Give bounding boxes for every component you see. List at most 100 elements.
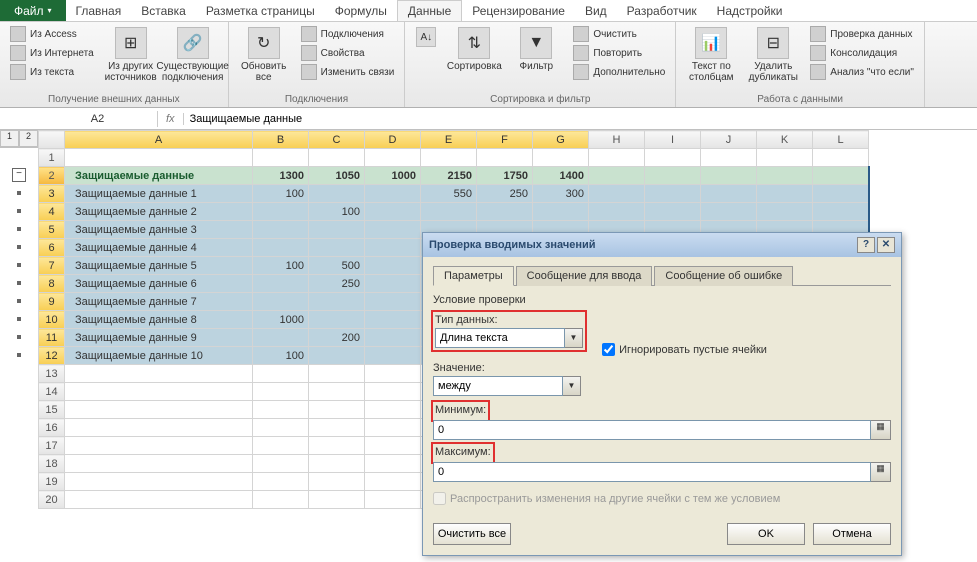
cell[interactable] bbox=[365, 401, 421, 419]
cell[interactable] bbox=[309, 149, 365, 167]
properties-button[interactable]: Свойства bbox=[297, 44, 399, 62]
row-header[interactable]: 19 bbox=[39, 473, 65, 491]
cell[interactable] bbox=[813, 149, 869, 167]
ok-button[interactable]: OK bbox=[727, 523, 805, 545]
refresh-all-button[interactable]: ↻Обновить все bbox=[235, 25, 293, 85]
row-header[interactable]: 12 bbox=[39, 347, 65, 365]
cell[interactable] bbox=[309, 455, 365, 473]
row-header[interactable]: 7 bbox=[39, 257, 65, 275]
row-header[interactable]: 10 bbox=[39, 311, 65, 329]
cell[interactable] bbox=[65, 419, 253, 437]
cell[interactable] bbox=[365, 185, 421, 203]
cell[interactable]: Защищаемые данные 10 bbox=[65, 347, 253, 365]
cell[interactable]: Защищаемые данные 3 bbox=[65, 221, 253, 239]
data-validation-button[interactable]: Проверка данных bbox=[806, 25, 918, 43]
formula-input[interactable] bbox=[184, 111, 977, 127]
cell[interactable] bbox=[65, 455, 253, 473]
cell[interactable] bbox=[65, 365, 253, 383]
cell[interactable] bbox=[477, 203, 533, 221]
row-header[interactable]: 4 bbox=[39, 203, 65, 221]
cell[interactable]: Защищаемые данные 8 bbox=[65, 311, 253, 329]
col-header-I[interactable]: I bbox=[645, 131, 701, 149]
sort-button[interactable]: ⇅Сортировка bbox=[445, 25, 503, 74]
cell[interactable] bbox=[365, 203, 421, 221]
col-header-A[interactable]: A bbox=[65, 131, 253, 149]
dialog-titlebar[interactable]: Проверка вводимых значений ? ✕ bbox=[423, 233, 901, 257]
row-header[interactable]: 13 bbox=[39, 365, 65, 383]
cell[interactable]: Защищаемые данные 7 bbox=[65, 293, 253, 311]
row-header[interactable]: 9 bbox=[39, 293, 65, 311]
cell[interactable] bbox=[365, 455, 421, 473]
cell[interactable] bbox=[365, 293, 421, 311]
cell[interactable]: 1050 bbox=[309, 167, 365, 185]
tab-error-message[interactable]: Сообщение об ошибке bbox=[654, 266, 793, 286]
cell[interactable] bbox=[813, 167, 869, 185]
from-access-button[interactable]: Из Access bbox=[6, 25, 98, 43]
cell[interactable] bbox=[757, 203, 813, 221]
whatif-button[interactable]: Анализ "что если" bbox=[806, 63, 918, 81]
cell[interactable]: 250 bbox=[477, 185, 533, 203]
cell[interactable]: 300 bbox=[533, 185, 589, 203]
cell[interactable]: Защищаемые данные 6 bbox=[65, 275, 253, 293]
col-header-B[interactable]: B bbox=[253, 131, 309, 149]
tab-home[interactable]: Главная bbox=[66, 0, 132, 21]
cell[interactable] bbox=[365, 419, 421, 437]
ignore-blank-checkbox[interactable] bbox=[602, 343, 615, 356]
row-header[interactable]: 6 bbox=[39, 239, 65, 257]
cell[interactable]: 1300 bbox=[253, 167, 309, 185]
clear-filter-button[interactable]: Очистить bbox=[569, 25, 669, 43]
cell[interactable] bbox=[309, 293, 365, 311]
cell[interactable] bbox=[533, 203, 589, 221]
from-web-button[interactable]: Из Интернета bbox=[6, 44, 98, 62]
value-combobox[interactable] bbox=[433, 376, 563, 396]
close-button[interactable]: ✕ bbox=[877, 237, 895, 253]
cell[interactable]: 100 bbox=[253, 347, 309, 365]
cell[interactable] bbox=[365, 365, 421, 383]
fx-icon[interactable]: fx bbox=[158, 113, 184, 125]
edit-links-button[interactable]: Изменить связи bbox=[297, 63, 399, 81]
clear-all-button[interactable]: Очистить все bbox=[433, 523, 511, 545]
col-header-J[interactable]: J bbox=[701, 131, 757, 149]
cell[interactable]: 100 bbox=[253, 257, 309, 275]
cell[interactable] bbox=[309, 401, 365, 419]
tab-view[interactable]: Вид bbox=[575, 0, 617, 21]
cell[interactable] bbox=[253, 203, 309, 221]
tab-parameters[interactable]: Параметры bbox=[433, 266, 514, 286]
cell[interactable] bbox=[365, 221, 421, 239]
cell[interactable] bbox=[701, 149, 757, 167]
cell[interactable] bbox=[701, 185, 757, 203]
outline-level-2[interactable]: 2 bbox=[19, 130, 38, 147]
tab-page-layout[interactable]: Разметка страницы bbox=[196, 0, 325, 21]
cell[interactable]: Защищаемые данные 5 bbox=[65, 257, 253, 275]
row-header[interactable]: 3 bbox=[39, 185, 65, 203]
cell[interactable] bbox=[253, 239, 309, 257]
cell[interactable] bbox=[309, 383, 365, 401]
cell[interactable]: Защищаемые данные 4 bbox=[65, 239, 253, 257]
tab-input-message[interactable]: Сообщение для ввода bbox=[516, 266, 653, 286]
cell[interactable] bbox=[309, 185, 365, 203]
col-header-C[interactable]: C bbox=[309, 131, 365, 149]
tab-formulas[interactable]: Формулы bbox=[325, 0, 397, 21]
cell[interactable] bbox=[477, 149, 533, 167]
cell[interactable] bbox=[757, 167, 813, 185]
outline-level-1[interactable]: 1 bbox=[0, 130, 19, 147]
cell[interactable] bbox=[65, 149, 253, 167]
cell[interactable]: 2150 bbox=[421, 167, 477, 185]
name-box[interactable]: A2 bbox=[38, 111, 158, 127]
cell[interactable] bbox=[701, 167, 757, 185]
cell[interactable] bbox=[365, 257, 421, 275]
connections-button[interactable]: Подключения bbox=[297, 25, 399, 43]
cell[interactable] bbox=[813, 203, 869, 221]
cell[interactable] bbox=[365, 491, 421, 509]
tab-addins[interactable]: Надстройки bbox=[707, 0, 793, 21]
range-picker-icon[interactable]: ▦ bbox=[871, 462, 891, 482]
cell[interactable] bbox=[65, 437, 253, 455]
cell[interactable] bbox=[365, 329, 421, 347]
min-input[interactable] bbox=[433, 420, 871, 440]
cell[interactable] bbox=[365, 239, 421, 257]
sort-az-button[interactable]: A↓ bbox=[411, 25, 441, 51]
cell[interactable] bbox=[701, 203, 757, 221]
cell[interactable] bbox=[365, 347, 421, 365]
cell[interactable] bbox=[757, 185, 813, 203]
cell[interactable]: Защищаемые данные 1 bbox=[65, 185, 253, 203]
